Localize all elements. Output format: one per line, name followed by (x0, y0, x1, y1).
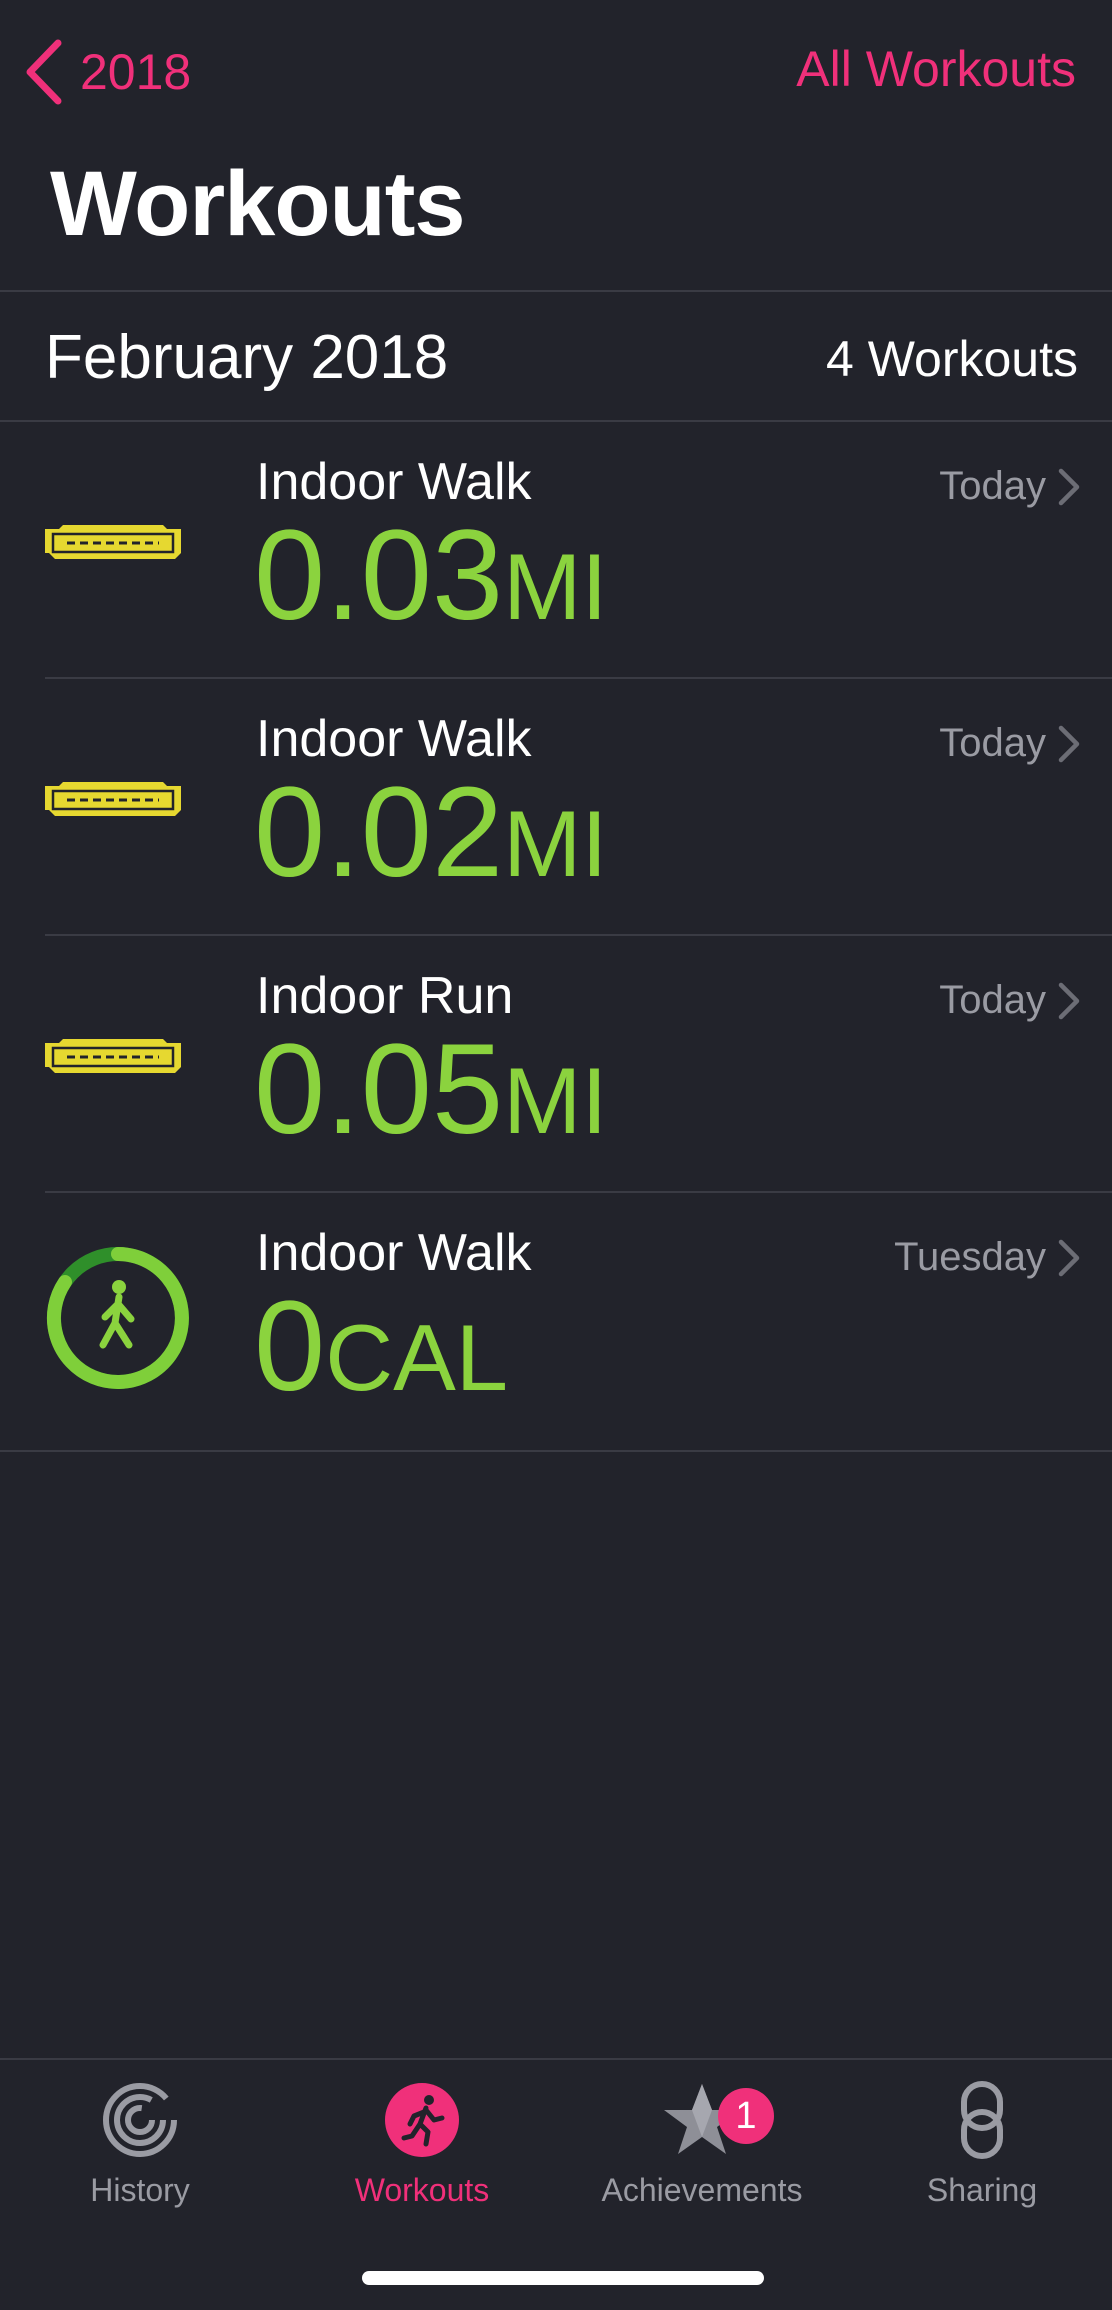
workout-metric: 0.02MI (254, 769, 608, 897)
home-indicator[interactable] (362, 2271, 764, 2285)
section-month: February 2018 (45, 323, 449, 392)
chevron-right-icon (1058, 1239, 1080, 1277)
workout-metric-unit: MI (503, 791, 608, 896)
workout-row[interactable]: Indoor Walk 0.02MI Today (0, 679, 1112, 936)
chevron-right-icon (1058, 982, 1080, 1020)
technogym-logo-icon (45, 525, 181, 559)
chevron-right-icon (1058, 468, 1080, 506)
tab-label: Sharing (926, 2172, 1038, 2208)
workout-row[interactable]: Indoor Run 0.05MI Today (0, 936, 1112, 1193)
section-workout-count: 4 Workouts (826, 331, 1078, 387)
walking-ring-icon (46, 1247, 189, 1389)
chevron-right-icon (1058, 725, 1080, 763)
workout-date: Today (939, 721, 1046, 765)
page-title: Workouts (50, 153, 466, 255)
workout-name: Indoor Walk (256, 710, 532, 768)
navigation-bar: 2018 All Workouts (0, 0, 1112, 140)
workout-metric-unit: MI (503, 1048, 608, 1153)
history-rings-icon (103, 2083, 177, 2157)
back-button-label: 2018 (80, 44, 192, 100)
notification-badge: 1 (718, 2088, 774, 2144)
workout-metric-unit: MI (503, 534, 608, 639)
back-button[interactable]: 2018 (24, 36, 191, 108)
workout-date: Today (939, 978, 1046, 1022)
workout-metric-value: 0 (254, 1275, 326, 1418)
tab-workouts[interactable]: Workouts (312, 2080, 532, 2270)
technogym-logo-icon (45, 782, 181, 816)
divider (0, 1450, 1112, 1452)
all-workouts-button[interactable]: All Workouts (796, 40, 1076, 98)
workout-row[interactable]: Indoor Walk 0.03MI Today (0, 422, 1112, 679)
running-figure-icon (385, 2083, 459, 2157)
section-header: February 2018 4 Workouts (0, 292, 1112, 420)
workout-metric: 0.05MI (254, 1026, 608, 1154)
tab-achievements[interactable]: Achievements 1 (592, 2080, 812, 2270)
chevron-left-icon (26, 39, 62, 105)
tab-sharing[interactable]: Sharing (872, 2080, 1092, 2270)
tab-label: Achievements (601, 2172, 803, 2208)
workout-name: Indoor Walk (256, 1224, 532, 1282)
tab-label: Workouts (354, 2172, 490, 2208)
sharing-icon (961, 2081, 1003, 2159)
workout-name: Indoor Walk (256, 453, 532, 511)
workout-metric-value: 0.03 (254, 504, 504, 647)
tab-label: History (90, 2172, 190, 2208)
workout-metric: 0CAL (254, 1283, 508, 1411)
workout-metric-value: 0.05 (254, 1018, 504, 1161)
workout-date: Today (939, 464, 1046, 508)
workout-metric-unit: CAL (325, 1305, 509, 1410)
workout-row[interactable]: Indoor Walk 0CAL Tuesday (0, 1193, 1112, 1450)
workout-date: Tuesday (894, 1235, 1046, 1279)
technogym-logo-icon (45, 1039, 181, 1073)
workout-name: Indoor Run (256, 967, 514, 1025)
workout-metric-value: 0.02 (254, 761, 504, 904)
workout-metric: 0.03MI (254, 512, 608, 640)
tab-history[interactable]: History (30, 2080, 250, 2270)
